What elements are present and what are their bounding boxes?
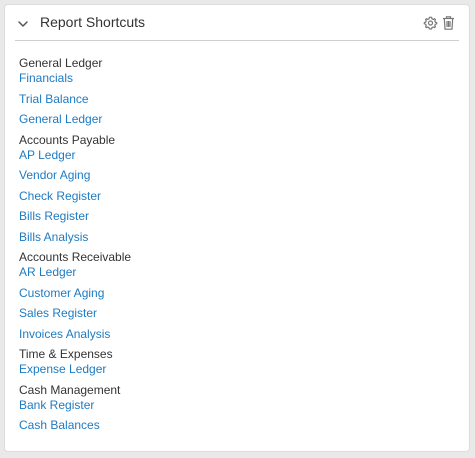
link-vendor-aging[interactable]: Vendor Aging — [19, 168, 90, 183]
gear-icon[interactable] — [423, 15, 438, 31]
link-ar-ledger[interactable]: AR Ledger — [19, 265, 76, 280]
link-bills-analysis[interactable]: Bills Analysis — [19, 230, 88, 245]
link-invoices-analysis[interactable]: Invoices Analysis — [19, 327, 110, 342]
link-expense-ledger[interactable]: Expense Ledger — [19, 362, 106, 377]
widget-header: Report Shortcuts — [5, 5, 469, 41]
header-divider — [15, 40, 459, 41]
link-customer-aging[interactable]: Customer Aging — [19, 286, 104, 301]
report-shortcuts-widget: Report Shortcuts General Ledger Financia… — [4, 4, 470, 452]
link-trial-balance[interactable]: Trial Balance — [19, 92, 89, 107]
group-title: Time & Expenses — [19, 347, 113, 361]
group-title: General Ledger — [19, 56, 103, 70]
trash-icon[interactable] — [441, 15, 456, 31]
link-cash-balances[interactable]: Cash Balances — [19, 418, 100, 433]
link-financials[interactable]: Financials — [19, 71, 73, 86]
group-time-expenses: Time & Expenses Expense Ledger — [19, 347, 439, 377]
link-bills-register[interactable]: Bills Register — [19, 209, 89, 224]
link-bank-register[interactable]: Bank Register — [19, 398, 94, 413]
group-general-ledger: General Ledger Financials Trial Balance … — [19, 56, 439, 127]
link-general-ledger[interactable]: General Ledger — [19, 112, 102, 127]
group-title: Cash Management — [19, 382, 121, 397]
report-list: General Ledger Financials Trial Balance … — [19, 56, 439, 433]
link-sales-register[interactable]: Sales Register — [19, 306, 97, 321]
chevron-down-icon[interactable] — [16, 17, 30, 31]
link-check-register[interactable]: Check Register — [19, 189, 101, 204]
widget-title: Report Shortcuts — [40, 14, 146, 30]
group-title: Accounts Receivable — [19, 250, 132, 264]
group-title: Accounts Payable — [19, 132, 116, 147]
link-ap-ledger[interactable]: AP Ledger — [19, 148, 76, 163]
widget-actions — [423, 15, 456, 31]
group-accounts-payable: Accounts Payable AP Ledger Vendor Aging … — [19, 133, 439, 245]
group-cash-management: Cash Management Bank Register Cash Balan… — [19, 383, 439, 434]
group-accounts-receivable: Accounts Receivable AR Ledger Customer A… — [19, 250, 439, 342]
